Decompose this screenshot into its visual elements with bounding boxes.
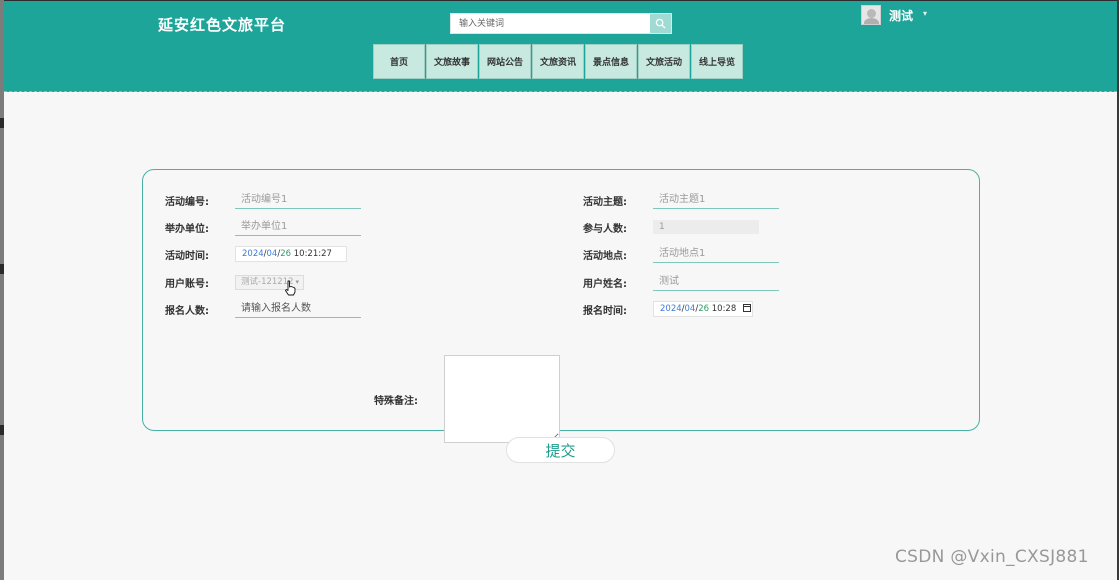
- search-icon: [655, 18, 666, 29]
- remarks-label: 特殊备注:: [374, 395, 418, 407]
- field-signup-time: 报名时间: 2024/04/26 10:28: [583, 300, 753, 318]
- main-nav: 首页 文旅故事 网站公告 文旅资讯 景点信息 文旅活动 线上导览: [373, 44, 743, 79]
- caret-down-icon[interactable]: ▾: [923, 9, 927, 18]
- field-activity-no: 活动编号: 活动编号1: [165, 191, 361, 209]
- activity-theme-label: 活动主题:: [583, 196, 627, 208]
- signup-time-input[interactable]: 2024/04/26 10:28: [653, 301, 753, 317]
- participants-input[interactable]: 1: [653, 220, 759, 234]
- organizer-input[interactable]: 举办单位1: [235, 218, 361, 236]
- organizer-label: 举办单位:: [165, 223, 209, 235]
- nav-item-activities[interactable]: 文旅活动: [638, 44, 690, 79]
- search-button[interactable]: [650, 14, 671, 33]
- field-remarks: 特殊备注:: [374, 355, 560, 443]
- signup-time-label: 报名时间:: [583, 305, 627, 317]
- avatar[interactable]: [861, 5, 881, 25]
- user-menu[interactable]: 测试 ▾: [861, 5, 927, 25]
- user-name-label: 用户姓名:: [583, 278, 627, 290]
- remarks-textarea[interactable]: [444, 355, 560, 443]
- main-content: 活动编号: 活动编号1 举办单位: 举办单位1 活动时间: 2024/04/26…: [4, 93, 1117, 580]
- signup-form: 活动编号: 活动编号1 举办单位: 举办单位1 活动时间: 2024/04/26…: [142, 169, 980, 443]
- activity-time-label: 活动时间:: [165, 250, 209, 262]
- submit-button[interactable]: 提交: [506, 437, 615, 463]
- nav-item-online-guide[interactable]: 线上导览: [691, 44, 743, 79]
- nav-item-attractions[interactable]: 景点信息: [585, 44, 637, 79]
- site-brand[interactable]: 延安红色文旅平台: [158, 14, 286, 35]
- activity-time-input[interactable]: 2024/04/26 10:21:27: [235, 246, 347, 262]
- nav-item-home[interactable]: 首页: [373, 44, 425, 79]
- nav-item-stories[interactable]: 文旅故事: [426, 44, 478, 79]
- search-bar: [450, 13, 672, 34]
- activity-no-input[interactable]: 活动编号1: [235, 191, 361, 209]
- field-activity-place: 活动地点: 活动地点1: [583, 245, 779, 263]
- field-organizer: 举办单位: 举办单位1: [165, 218, 361, 236]
- field-activity-time: 活动时间: 2024/04/26 10:21:27: [165, 245, 347, 263]
- activity-theme-input[interactable]: 活动主题1: [653, 191, 779, 209]
- field-signup-count: 报名人数: 请输入报名人数: [165, 300, 361, 318]
- user-account-label: 用户账号:: [165, 278, 209, 290]
- activity-place-input[interactable]: 活动地点1: [653, 245, 779, 263]
- watermark: CSDN @Vxin_CXSJ881: [895, 547, 1089, 567]
- field-user-name: 用户姓名: 测试: [583, 273, 779, 291]
- signup-count-label: 报名人数:: [165, 305, 209, 317]
- field-activity-theme: 活动主题: 活动主题1: [583, 191, 779, 209]
- activity-no-label: 活动编号:: [165, 196, 209, 208]
- nav-item-announcements[interactable]: 网站公告: [479, 44, 531, 79]
- username[interactable]: 测试: [889, 7, 913, 24]
- search-input[interactable]: [451, 14, 650, 33]
- user-name-input[interactable]: 测试: [653, 273, 779, 291]
- nav-item-news[interactable]: 文旅资讯: [532, 44, 584, 79]
- chevron-down-icon: ▾: [295, 277, 299, 286]
- top-header: 延安红色文旅平台 测试 ▾ 首页 文旅故事 网站公告 文旅资讯 景点信息 文旅活…: [4, 1, 1117, 92]
- signup-count-input[interactable]: 请输入报名人数: [235, 300, 361, 318]
- participants-label: 参与人数:: [583, 223, 627, 235]
- field-participants: 参与人数: 1: [583, 218, 759, 236]
- hand-cursor-icon: [285, 280, 296, 296]
- calendar-icon[interactable]: [742, 304, 751, 312]
- activity-place-label: 活动地点:: [583, 250, 627, 262]
